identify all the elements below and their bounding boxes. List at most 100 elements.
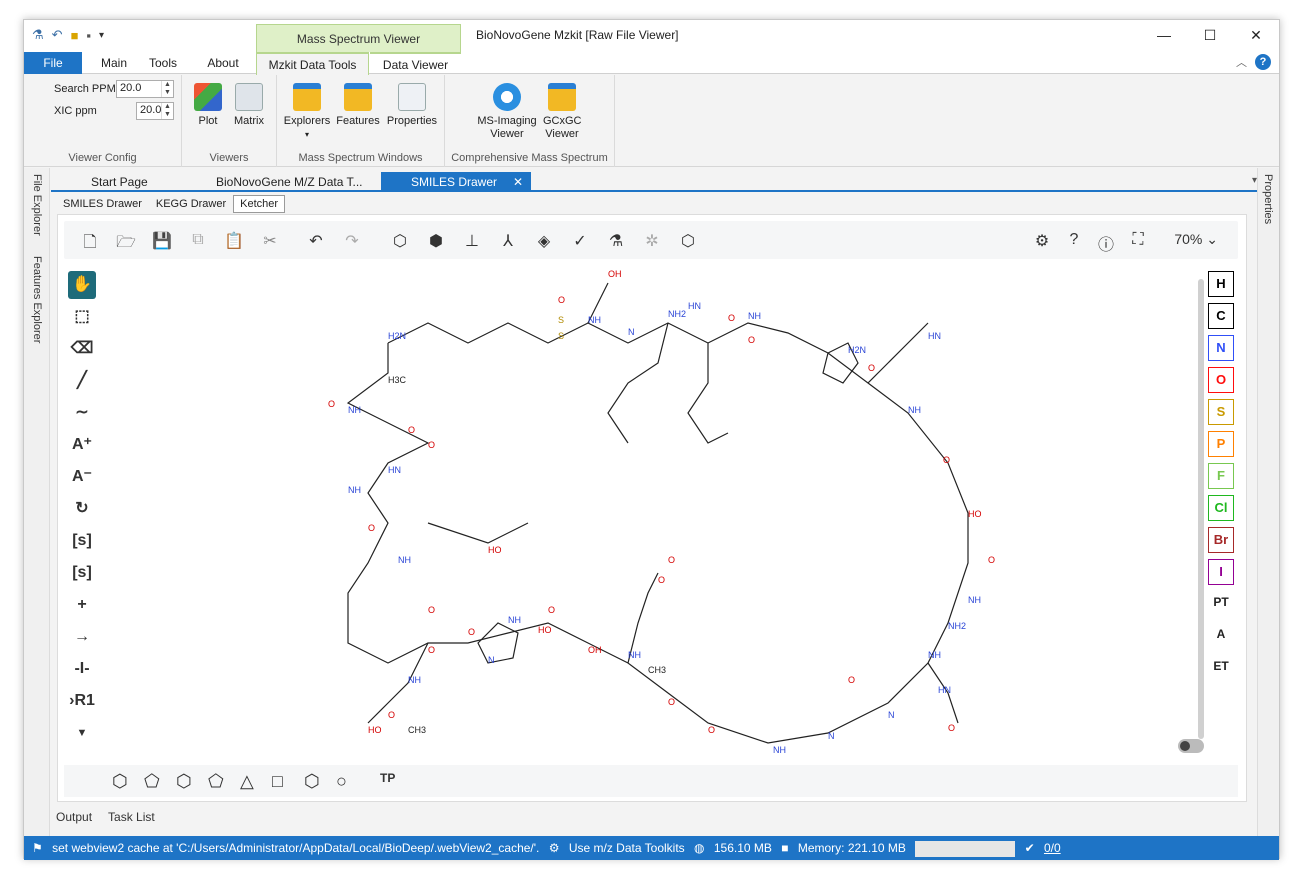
arrow-icon[interactable]: → <box>68 623 96 651</box>
close-button[interactable]: ✕ <box>1233 20 1279 50</box>
tab-data-viewer[interactable]: Data Viewer <box>370 52 461 74</box>
atom-i-button[interactable]: I <box>1208 559 1234 585</box>
any-atom-button[interactable]: A <box>1208 623 1234 649</box>
plot-button[interactable]: Plot <box>190 83 226 128</box>
subtab-smiles-drawer[interactable]: SMILES Drawer <box>56 195 149 213</box>
matrix-button[interactable]: Matrix <box>228 83 270 128</box>
settings-icon[interactable]: ⚙ <box>1032 231 1052 251</box>
atom-p-button[interactable]: P <box>1208 431 1234 457</box>
tabs-dropdown-icon[interactable]: ▾ <box>1252 175 1257 186</box>
xic-ppm-input[interactable]: 20.0 ▲ ▼ <box>136 102 174 120</box>
cycloheptane-icon[interactable]: ⬡ <box>304 771 320 792</box>
tab-file[interactable]: File <box>24 52 82 74</box>
features-explorer-tab[interactable]: Features Explorer <box>31 256 43 343</box>
cut-icon[interactable]: ✂ <box>260 231 280 251</box>
paste-icon[interactable]: 📋 <box>224 231 244 251</box>
atom-s-button[interactable]: S <box>1208 399 1234 425</box>
tab-main[interactable]: Main <box>90 52 138 74</box>
copy-icon[interactable]: ⧉ <box>188 231 208 249</box>
select-tool-icon[interactable]: ⬚ <box>68 303 96 331</box>
cyclopropane-icon[interactable]: △ <box>240 771 254 792</box>
clean-up-icon[interactable]: ⅄ <box>498 231 518 251</box>
atom-h-button[interactable]: H <box>1208 271 1234 297</box>
fullscreen-icon[interactable]: ⛶ <box>1128 231 1148 249</box>
subtab-ketcher[interactable]: Ketcher <box>233 195 286 213</box>
rotate-icon[interactable]: ↻ <box>68 495 96 523</box>
molecule-canvas[interactable]: OHOH2NSSNHNNH2HNO NHOH2NONHHNOHOONHNH2NHH… <box>228 263 1028 763</box>
new-file-icon[interactable]: 🗋 <box>80 231 100 258</box>
atom-o-button[interactable]: O <box>1208 367 1234 393</box>
doc-tab-start-page[interactable]: Start Page <box>61 172 181 192</box>
explorers-button[interactable]: Explorers ▾ <box>281 83 333 141</box>
tab-about[interactable]: About <box>200 52 246 74</box>
output-tab[interactable]: Output <box>56 810 92 824</box>
recognize-icon[interactable]: ✲ <box>642 231 662 251</box>
bond-tool-icon[interactable]: ╱ <box>68 367 96 395</box>
mode-toggle[interactable] <box>1178 739 1204 753</box>
properties-button[interactable]: Properties <box>383 83 441 128</box>
undo-icon[interactable]: ↶ <box>52 27 63 43</box>
doc-tab-smiles-drawer[interactable]: SMILES Drawer ✕ <box>381 172 531 192</box>
undo-icon[interactable]: ↶ <box>306 231 326 251</box>
collapse-ribbon-icon[interactable]: ︿ <box>1236 54 1247 70</box>
cyclobutane-icon[interactable]: □ <box>272 771 283 792</box>
maximize-button[interactable]: ☐ <box>1187 20 1233 50</box>
charge-minus-icon[interactable]: A⁻ <box>68 463 96 491</box>
info-icon[interactable]: ⓘ <box>1096 231 1116 255</box>
help-icon[interactable]: ? <box>1064 231 1084 249</box>
stereo-icon[interactable]: ◈ <box>534 231 554 251</box>
minimize-button[interactable]: — <box>1141 20 1187 50</box>
cyclooctane-icon[interactable]: ○ <box>336 771 347 792</box>
qat-dropdown-icon[interactable]: ▾ <box>99 30 104 41</box>
close-tab-icon[interactable]: ✕ <box>513 172 523 192</box>
check-icon[interactable]: ✓ <box>570 231 590 251</box>
atom-c-button[interactable]: C <box>1208 303 1234 329</box>
save-icon[interactable]: 💾 <box>152 231 172 251</box>
open-folder-icon[interactable]: ■ <box>71 28 79 43</box>
atom-cl-button[interactable]: Cl <box>1208 495 1234 521</box>
expand-toolbar-icon[interactable]: ▼ <box>68 719 96 747</box>
aromatize-icon[interactable]: ⬡ <box>390 231 410 251</box>
cyclopentane-icon[interactable]: ⬠ <box>208 771 224 792</box>
redo-icon[interactable]: ↷ <box>342 231 362 251</box>
atom-n-button[interactable]: N <box>1208 335 1234 361</box>
template-library-button[interactable]: TP <box>380 771 395 785</box>
periodic-table-button[interactable]: PT <box>1208 591 1234 617</box>
3d-viewer-icon[interactable]: ⬡ <box>678 231 698 251</box>
layout-icon[interactable]: ⊥ <box>462 231 482 251</box>
cyclohexane-icon[interactable]: ⬡ <box>176 771 192 792</box>
sgroup-icon[interactable]: [s] <box>68 527 96 555</box>
file-explorer-tab[interactable]: File Explorer <box>31 174 43 236</box>
eraser-icon[interactable]: ⌫ <box>68 335 96 363</box>
sgroup-plus-icon[interactable]: [s] <box>68 559 96 587</box>
calculate-icon[interactable]: ⚗ <box>606 231 626 251</box>
open-icon[interactable]: 🗁 <box>116 231 136 258</box>
dearomatize-icon[interactable]: ⬢ <box>426 231 446 251</box>
plus-icon[interactable]: + <box>68 591 96 619</box>
app-flask-icon[interactable]: ⚗ <box>32 27 44 43</box>
benzene-icon[interactable]: ⬡ <box>112 771 128 792</box>
cyclopentadiene-icon[interactable]: ⬠ <box>144 771 160 792</box>
tab-tools[interactable]: Tools <box>142 52 184 74</box>
atom-br-button[interactable]: Br <box>1208 527 1234 553</box>
zoom-select[interactable]: 70% ⌄ <box>1174 231 1218 248</box>
toolkit-label[interactable]: Use m/z Data Toolkits <box>569 841 685 855</box>
charge-plus-icon[interactable]: A⁺ <box>68 431 96 459</box>
task-list-tab[interactable]: Task List <box>108 810 155 824</box>
chain-tool-icon[interactable]: ∼ <box>68 399 96 427</box>
doc-tab-mz-data[interactable]: BioNovoGene M/Z Data T... <box>186 172 386 192</box>
subtab-kegg-drawer[interactable]: KEGG Drawer <box>149 195 233 213</box>
task-count-link[interactable]: 0/0 <box>1044 841 1061 855</box>
canvas-scrollbar[interactable] <box>1198 279 1204 739</box>
extended-table-button[interactable]: ET <box>1208 655 1234 681</box>
features-button[interactable]: Features <box>333 83 383 128</box>
help-icon[interactable]: ? <box>1255 54 1271 70</box>
hand-tool-icon[interactable]: ✋ <box>68 271 96 299</box>
atom-f-button[interactable]: F <box>1208 463 1234 489</box>
rgroup-icon[interactable]: ›R1 <box>68 687 96 715</box>
search-ppm-input[interactable]: 20.0 ▲ ▼ <box>116 80 174 98</box>
gcxgc-viewer-button[interactable]: GCxGC Viewer <box>543 83 582 141</box>
tab-mzkit-data-tools[interactable]: Mzkit Data Tools <box>256 52 369 75</box>
properties-tab[interactable]: Properties <box>1262 174 1274 224</box>
save-icon[interactable]: ▪ <box>86 28 91 43</box>
